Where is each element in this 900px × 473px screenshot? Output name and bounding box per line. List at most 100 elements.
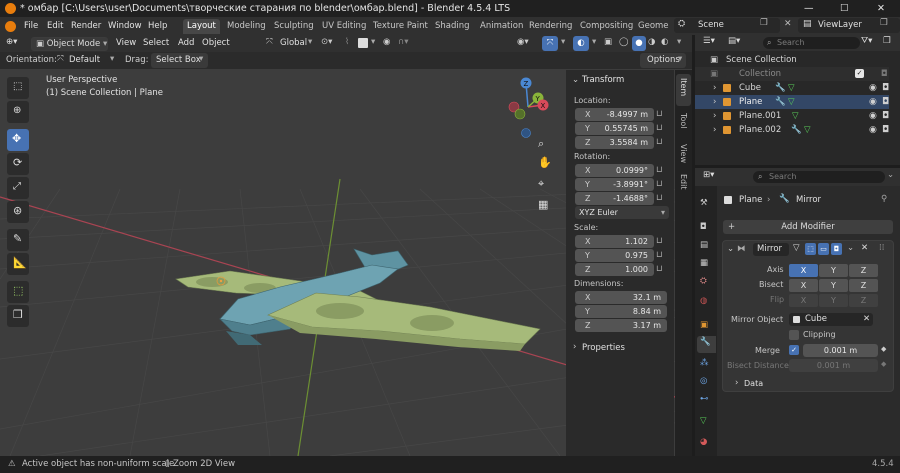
output-tab-icon[interactable]: ▤ xyxy=(700,240,708,250)
tab-sculpting[interactable]: Sculpting xyxy=(270,19,318,34)
tab-modeling[interactable]: Modeling xyxy=(223,19,270,34)
keyframe-dot-icon[interactable]: ◆ xyxy=(881,360,886,368)
xray-icon[interactable]: ▣ xyxy=(604,37,612,47)
chevron-down-icon[interactable]: ⌄ xyxy=(887,170,894,180)
visibility-icon[interactable]: ◉▾ xyxy=(517,37,529,47)
outliner-row-plane-002[interactable]: › Plane.002 🔧 ▽ ◉ ◘ xyxy=(695,123,889,137)
solid-shading-icon[interactable]: ● xyxy=(632,36,646,51)
flip-y-toggle[interactable]: Y xyxy=(819,294,848,307)
lock-icon[interactable]: ⊔ xyxy=(656,137,663,147)
tab-rendering[interactable]: Rendering xyxy=(525,19,576,34)
lock-icon[interactable]: ⊔ xyxy=(656,193,663,203)
scale-z-field[interactable]: Z 1.000 xyxy=(575,263,654,276)
tab-item[interactable]: Item xyxy=(676,74,691,106)
menu-file[interactable]: File xyxy=(24,17,38,35)
scale-x-field[interactable]: X 1.102 xyxy=(575,235,654,248)
clipping-checkbox[interactable] xyxy=(789,330,799,340)
gizmo-toggle-icon[interactable]: ⤧ xyxy=(542,36,558,51)
data-tab-icon[interactable]: ▽ xyxy=(700,416,707,426)
outliner-editor-icon[interactable]: ☰▾ xyxy=(703,36,715,46)
dimensions-z-field[interactable]: Z 3.17 m xyxy=(575,319,667,332)
ortho-grid-icon[interactable]: ▦ xyxy=(538,198,548,211)
camera-render-icon[interactable]: ◘ xyxy=(882,95,889,109)
merge-checkbox[interactable]: ✓ xyxy=(789,345,799,355)
editor-type-icon[interactable]: ⊕▾ xyxy=(6,37,17,47)
lock-icon[interactable]: ⊔ xyxy=(656,109,663,119)
flip-z-toggle[interactable]: Z xyxy=(849,294,878,307)
modifiers-tab[interactable]: 🔧 xyxy=(697,336,716,353)
scale-tool[interactable]: ⤢ xyxy=(7,177,29,199)
viewlayer-selector[interactable]: ▤ ViewLayer ❐ xyxy=(798,18,900,33)
render-tab-icon[interactable]: ◘ xyxy=(700,222,707,232)
add-modifier-button[interactable]: + Add Modifier xyxy=(723,220,893,234)
expand-icon[interactable]: › xyxy=(713,109,716,123)
tab-view[interactable]: View xyxy=(676,140,691,168)
axis-x-toggle[interactable]: X xyxy=(789,264,818,277)
outliner-row-plane[interactable]: › Plane 🔧 ▽ ◉ ◘ xyxy=(695,95,889,109)
filter-icon[interactable]: ⛛▾ xyxy=(861,36,872,46)
tab-uv-editing[interactable]: UV Editing xyxy=(318,19,370,34)
menu-view[interactable]: View xyxy=(116,35,136,52)
zoom-icon[interactable]: ⌕ xyxy=(538,137,544,151)
menu-help[interactable]: Help xyxy=(148,17,167,35)
expand-icon[interactable]: › xyxy=(713,123,716,137)
properties-expand-icon[interactable]: › xyxy=(573,342,576,352)
data-subpanel-label[interactable]: Data xyxy=(744,379,763,388)
overlays-toggle-icon[interactable]: ◐ xyxy=(573,36,589,51)
material-tab-icon[interactable]: ◕ xyxy=(700,437,707,447)
lock-icon[interactable]: ⊔ xyxy=(656,165,663,175)
merge-distance-field[interactable]: 0.001 m xyxy=(803,344,878,357)
rotate-tool[interactable]: ⟳ xyxy=(7,153,29,175)
location-z-field[interactable]: Z 3.5584 m xyxy=(575,136,654,149)
close-button[interactable]: ✕ xyxy=(877,0,885,17)
camera-render-icon[interactable]: ◘ xyxy=(882,81,889,95)
lock-icon[interactable]: ⊔ xyxy=(656,123,663,133)
tab-edit[interactable]: Edit xyxy=(676,170,691,198)
clear-icon[interactable]: ✕ xyxy=(863,313,870,326)
viewport-area[interactable]: ⊕▾ ▣ Object Mode ▾ View Select Add Objec… xyxy=(0,35,692,456)
tab-tool[interactable]: Tool xyxy=(676,109,691,137)
collapse-icon[interactable]: ⌄ xyxy=(727,244,734,254)
outliner-row-scene-collection[interactable]: ▣ Scene Collection xyxy=(695,53,889,67)
particles-tab-icon[interactable]: ⁂ xyxy=(700,358,709,368)
editmode-display-icon[interactable]: ⬚ xyxy=(805,243,816,255)
camera-render-icon[interactable]: ◘ xyxy=(882,109,889,123)
lock-icon[interactable]: ⊔ xyxy=(656,264,663,274)
menu-edit[interactable]: Edit xyxy=(47,17,63,35)
properties-panel-title[interactable]: Properties xyxy=(582,343,625,353)
axis-z-toggle[interactable]: Z xyxy=(849,264,878,277)
falloff-icon[interactable]: ∩▾ xyxy=(398,37,409,47)
camera-view-icon[interactable]: ⌖ xyxy=(538,177,544,191)
bisect-y-toggle[interactable]: Y xyxy=(819,279,848,292)
expand-icon[interactable]: › xyxy=(713,95,716,109)
measure-tool[interactable]: 📐 xyxy=(7,253,29,275)
object-tab-icon[interactable]: ▣ xyxy=(700,320,708,330)
view-layer-tab-icon[interactable]: ▦ xyxy=(700,258,708,268)
menu-select[interactable]: Select xyxy=(143,35,169,52)
tab-geometry[interactable]: Geome xyxy=(634,19,673,34)
bisect-distance-field[interactable]: 0.001 m xyxy=(789,359,878,372)
constraints-tab-icon[interactable]: ⊷ xyxy=(700,394,709,404)
mode-selector[interactable]: ▣ Object Mode ▾ xyxy=(31,37,108,51)
outliner-row-collection[interactable]: ▣ Collection ✓ ◘ xyxy=(695,67,889,81)
display-mode-icon[interactable]: ▤▾ xyxy=(728,36,740,46)
snap-icon[interactable]: ⌇ xyxy=(345,37,349,47)
snap-target-icon[interactable] xyxy=(358,38,368,48)
maximize-button[interactable]: ☐ xyxy=(840,0,849,17)
keyframe-dot-icon[interactable]: ◆ xyxy=(881,345,886,353)
cursor-tool[interactable]: ⊕ xyxy=(7,101,29,123)
airplane-model[interactable] xyxy=(175,248,541,351)
proportional-edit-icon[interactable]: ◉ xyxy=(383,37,390,47)
rotation-mode-select[interactable]: XYZ Euler ▾ xyxy=(575,206,669,219)
add-object-tool[interactable]: ❒ xyxy=(7,305,29,327)
properties-search-input[interactable]: ⌕ Search xyxy=(753,171,885,183)
annotate-tool[interactable]: ✎ xyxy=(7,229,29,251)
menu-object[interactable]: Object xyxy=(202,35,230,52)
rotation-y-field[interactable]: Y -3.8991° xyxy=(575,178,654,191)
scale-y-field[interactable]: Y 0.975 xyxy=(575,249,654,262)
bisect-z-toggle[interactable]: Z xyxy=(849,279,878,292)
pin-icon[interactable]: ⚲ xyxy=(881,194,887,204)
menu-window[interactable]: Window xyxy=(108,17,142,35)
drag-handle-icon[interactable]: ⁞⁞ xyxy=(879,243,884,253)
outliner-row-plane-001[interactable]: › Plane.001 ▽ ◉ ◘ xyxy=(695,109,889,123)
